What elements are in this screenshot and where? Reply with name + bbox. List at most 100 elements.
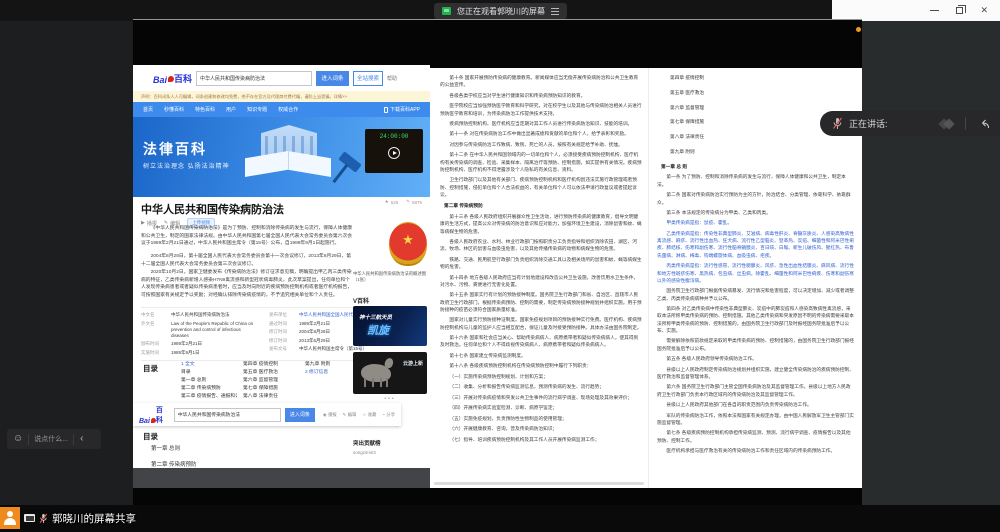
collapse-chevron-icon[interactable]: ‹ [80,434,83,444]
doc-paragraph: 军队的传染病防治工作，依照本法和国家有关规定办理，由中国人民解放军卫生主管部门实… [657,412,854,427]
baidu-logo[interactable]: Bai 百科 [153,72,192,85]
restore-button[interactable] [956,7,963,14]
toc-link[interactable]: 1 全文 [181,361,237,369]
site-search-button[interactable]: 全站搜索 [353,71,383,86]
mic-muted-icon[interactable] [832,117,843,130]
star-icon: ★ [402,232,414,248]
infobox-label: 通过时间 [269,321,295,327]
baike-header: Bai 百科 进入词条 全站搜索 帮助 [133,65,430,91]
infobox-label: 颁布时间 [141,341,167,347]
divider [28,434,29,445]
nav-item[interactable]: 知识专题 [247,106,267,113]
overview-caption[interactable]: 中华人民共和国传染病防治法的概述图（1张） [353,271,427,284]
sticky-action[interactable]: ⌁ 分享 [382,412,395,418]
search-input[interactable] [196,71,312,86]
disclaimer-bar: 声明：百科词条人人可编辑，词条创建和修改均免费，绝不存在官方及代理商付费代编，谨… [133,91,430,102]
doc-paragraph: 第十条 国家开展预防传染病的健康教育。新闻媒体应当无偿开展传染病防治和公共卫生教… [440,74,642,89]
toc-link[interactable]: 第一章 总则 [181,377,237,385]
doc-paragraph: 乙类传染病是指：传染性非典型肺炎、艾滋病、病毒性肝炎、脊髓灰质炎、人感染高致病性… [657,230,854,259]
infobox-value: 1989年9月1日 [171,350,259,356]
toc-link[interactable]: 第六章 监督管理 [243,377,299,385]
baidu-logo-small[interactable]: Bai 百科 [139,405,170,425]
sticky-enter-button[interactable]: 进入词条 [285,408,315,422]
infobox-value: Law of the People's Republic of China on… [171,321,259,339]
toc-link[interactable]: 第八章 法律责任 [243,393,299,401]
article-paragraph: 2004年8月28日，第十届全国人民代表大会常务委员会第十一次会议修订，2013… [141,253,353,268]
infobox-value: 1989年2月21日 [171,341,259,347]
law-document-panel: 第十条 国家开展预防传染病的健康教育。新闻媒体应当无偿开展传染病防治和公共卫生教… [430,68,862,488]
baidu-logo-latin: Bai [153,75,167,85]
doc-paragraph: 县级以上人民政府制定传染病防治规划并组织实施，建立健全传染病防治的疾病预防控制、… [657,366,854,381]
reply-arrow-icon[interactable] [978,118,990,130]
infobox-row: 中文名 中华人民共和国传染病防治法 [141,312,259,318]
infobox-label: 发布文号 [269,346,295,352]
doc-paragraph: 需要解除依照前款规定采取的甲类传染病的预防、控制措施的，由国务院卫生行政部门报经… [657,337,854,352]
right-background-panel [862,21,1000,505]
nav-item[interactable]: 用户 [226,106,236,113]
doc-paragraph: 各级人民政府农业、水利、林业行政部门按照职责分工负责指导和组织消除农田、湖区、河… [440,238,642,253]
doc-paragraph: 第十二条 在中华人民共和国领域内的一切单位和个人，必须接受疾病预防控制机构、医疗… [440,151,642,173]
sticky-action[interactable]: ✎ 编辑 [343,412,357,418]
toc-link[interactable]: 第二章 传染病预防 [181,385,237,393]
nav-item[interactable]: 特色百科 [195,106,215,113]
bronze-horse-illustration [361,364,391,382]
enter-entry-button[interactable]: 进入词条 [316,71,349,86]
vbaike-video-thumbnail2[interactable]: 云游上新 [353,352,427,394]
nav-item[interactable]: 首页 [143,106,153,113]
banner-video-thumbnail[interactable]: 24:00:00 [365,129,423,173]
toc-link[interactable]: 第四章 疫情控制 [243,361,299,369]
toc-link[interactable]: 第五章 医疗救治 [243,369,299,377]
toc-link[interactable]: 第七章 保障措施 [243,385,299,393]
play-icon[interactable] [388,147,400,159]
doc-paragraph: 第四章 疫情控制 [657,74,854,81]
avatar[interactable] [0,507,20,529]
sticky-action-icon: ☆ [362,412,366,418]
toc-heading: 目录 [143,363,181,401]
article-stats: ★ 525 ✎ 5875 [385,199,422,205]
vbaike-video-thumbnail[interactable]: 神十三航天员 凯旋 [353,306,427,346]
document-column-right: 第四章 疫情控制第五章 医疗救治第六章 监督管理第七章 保障措施第八章 法律责任… [657,74,854,480]
toc2-list: 第一章 总则第二章 传染病预防第三章 疫情报告、通报和公布 [151,444,224,470]
sticky-search-input[interactable] [174,408,281,422]
doc-paragraph: 丙类传染病是指：流行性感冒、流行性腮腺炎、风疹、急性出血性结膜炎、麻风病、流行性… [657,262,854,284]
doc-paragraph: 第一条 为了预防、控制和消除传染病的发生与流行，保障人体健康和公共卫生，制定本法… [657,173,854,188]
infobox-value: 中华人民共和国传染病防治法 [171,312,259,318]
toc2-item[interactable]: 第二章 传染病预防 [151,460,224,468]
stat-item[interactable]: ✎ 5875 [406,199,422,205]
horizontal-scrollbar[interactable] [434,482,644,485]
baidu-logo-cn: 百科 [156,405,170,425]
sticky-action-label: 收藏 [368,412,377,418]
toc2-item[interactable]: 第一章 总则 [151,444,224,452]
stat-item[interactable]: ★ 525 [385,199,399,205]
watching-banner-text: 您正在观看郭晓川的屏幕 [457,6,545,17]
minimize-button[interactable] [930,10,939,11]
toc-link[interactable]: 第三章 疫情报告、通报和公布 [181,393,237,401]
toc-link[interactable]: 目录 [181,369,237,377]
chat-input-pill[interactable]: ☺ 说点什么... ‹ [7,429,101,449]
help-link[interactable]: 帮助 [387,75,397,82]
doc-paragraph: 第四条 对乙类传染病中传染性非典型肺炎、炭疽中的肺炭疽和人感染高致病性禽流感，采… [657,305,854,334]
nav-item[interactable]: 秒懂百科 [164,106,184,113]
sticky-action[interactable]: ☆ 收藏 [362,412,376,418]
nav-item[interactable]: 权威合作 [278,106,298,113]
share-owner-tag: 郭晓川的屏幕共享 [0,507,136,529]
chat-placeholder[interactable]: 说点什么... [34,434,68,444]
emoji-icon[interactable]: ☺ [13,434,23,444]
doc-paragraph: 第五章 医疗救治 [657,89,854,96]
close-button[interactable]: ✕ [980,6,988,15]
carousel-dots[interactable]: ••• [353,396,427,402]
window-titlebar: ✕ [832,0,1000,21]
contributor-name[interactable]: songzimin3 [353,450,427,455]
sticky-action[interactable]: ◉ 播报 [323,412,337,418]
infobox-row: 实施时间 1989年9月1日 [141,350,259,356]
doc-paragraph: 第九章 附则 [657,148,854,155]
baidu-logo-cn: 百科 [174,72,192,85]
baike-nav: 首页 秒懂百科 特色百科 用户 知识专题 权威合作 [133,102,430,117]
contributors-label: 突出贡献榜 [353,439,427,447]
doc-paragraph: （一）实施传染病预防控制规划、计划和方案； [440,373,642,380]
doc-paragraph: 第六条 国务院卫生行政部门主管全国传染病防治及其监督管理工作。县级以上地方人民政… [657,383,854,398]
hamburger-menu-icon[interactable] [551,11,559,12]
toc-section: 目录 1 全文目录第一章 总则第二章 传染病预防第三章 疫情报告、通报和公布 第… [143,361,367,401]
watching-banner[interactable]: 您正在观看郭晓川的屏幕 [434,3,567,19]
national-emblem-image[interactable]: ★ [389,222,427,266]
